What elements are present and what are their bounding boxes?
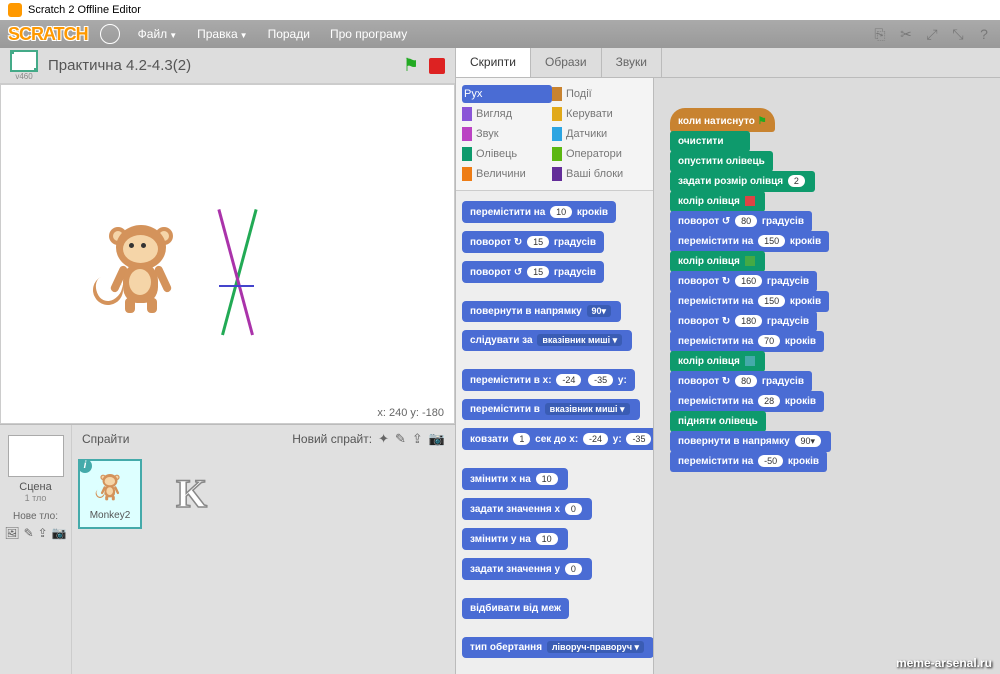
category-Датчики[interactable]: Датчики [552, 125, 642, 143]
palette-block[interactable]: повернути в напрямку 90▾ [462, 301, 621, 322]
app-icon [8, 3, 22, 17]
script-block[interactable]: задати розмір олівця 2 [670, 171, 815, 192]
scene-label: Сцена [4, 481, 67, 493]
script-stack[interactable]: коли натиснуто ⚑очиститиопустити олівець… [670, 108, 984, 471]
new-sprite-label: Новий спрайт: [292, 432, 372, 446]
menu-file[interactable]: Файл▼ [130, 23, 185, 45]
categories: РухПодіїВиглядКеруватиЗвукДатчикиОлівець… [456, 78, 653, 191]
green-flag-icon[interactable]: ⚑ [403, 55, 419, 76]
script-canvas[interactable]: коли натиснуто ⚑очиститиопустити олівець… [654, 78, 1000, 674]
script-block[interactable]: очистити [670, 131, 750, 152]
script-block[interactable]: повернути в напрямку 90▾ [670, 431, 831, 452]
coords-readout: x: 240 y: -180 [377, 407, 444, 419]
palette-block[interactable]: ковзати 1 сек до x: -24 y: -35 [462, 428, 654, 450]
script-block[interactable]: коли натиснуто ⚑ [670, 108, 775, 132]
stop-icon[interactable] [429, 58, 445, 74]
backdrop-library-icon[interactable]: 🖼 [4, 526, 19, 540]
sprite-paint-icon[interactable]: ✎ [395, 431, 406, 447]
tabs: Скрипти Образи Звуки [456, 48, 1000, 78]
stamp-icon[interactable]: ⎘ [872, 26, 888, 42]
palette-block[interactable]: перемістити в x: -24 -35 y: [462, 369, 635, 391]
script-block[interactable]: опустити олівець [670, 151, 773, 172]
script-block[interactable]: колір олівця [670, 191, 765, 212]
menu-bar: SCRATCH Файл▼ Правка▼ Поради Про програм… [0, 20, 1000, 48]
category-Олівець[interactable]: Олівець [462, 145, 552, 163]
sprite-name: Monkey2 [80, 510, 140, 521]
globe-icon[interactable] [100, 24, 120, 44]
category-Рух[interactable]: Рух [462, 85, 552, 103]
palette-block[interactable]: перемістити на 10 кроків [462, 201, 616, 223]
category-Ваші блоки[interactable]: Ваші блоки [552, 165, 642, 183]
script-block[interactable]: перемістити на -50 кроків [670, 451, 827, 472]
category-Вигляд[interactable]: Вигляд [462, 105, 552, 123]
tab-costumes[interactable]: Образи [531, 48, 602, 77]
palette-block[interactable]: перемістити в вказівник миші ▾ [462, 399, 640, 420]
script-block[interactable]: перемістити на 150 кроків [670, 231, 829, 252]
script-block[interactable]: підняти олівець [670, 411, 766, 432]
palette-block[interactable]: тип обертання ліворуч-праворуч ▾ [462, 637, 654, 658]
palette-block[interactable]: змінити x на 10 [462, 468, 568, 490]
cut-icon[interactable]: ✂ [898, 26, 914, 42]
script-block[interactable]: поворот ↻ 160 градусів [670, 271, 817, 292]
tab-sounds[interactable]: Звуки [602, 48, 662, 77]
drawn-letter-a [201, 205, 281, 335]
window-title: Scratch 2 Offline Editor [28, 4, 141, 16]
palette-block[interactable]: відбивати від меж [462, 598, 569, 619]
window-titlebar: Scratch 2 Offline Editor [0, 0, 1000, 20]
tab-scripts[interactable]: Скрипти [456, 48, 531, 77]
category-Оператори[interactable]: Оператори [552, 145, 642, 163]
letter-k-overlay: K [176, 470, 207, 517]
palette-block[interactable]: поворот ↺ 15 градусів [462, 261, 604, 283]
fullscreen-icon[interactable] [10, 50, 38, 72]
stage-thumbnail[interactable] [8, 435, 64, 477]
project-title[interactable]: Практична 4.2-4.3(2) [48, 57, 393, 74]
sprites-title: Спрайти [82, 432, 292, 446]
help-icon[interactable]: ? [976, 26, 992, 42]
palette-block[interactable]: поворот ↻ 15 градусів [462, 231, 604, 253]
backdrop-paint-icon[interactable]: ✎ [24, 526, 34, 540]
sprite-item-monkey2[interactable]: i Monkey2 [78, 459, 142, 529]
palette-block[interactable]: задати значення x 0 [462, 498, 592, 520]
category-Події[interactable]: Події [552, 85, 642, 103]
scratch-logo: SCRATCH [8, 24, 88, 45]
menu-about[interactable]: Про програму [322, 23, 415, 45]
palette-block[interactable]: слідувати за вказівник миші ▾ [462, 330, 632, 351]
scene-backdrop-count: 1 тло [4, 493, 67, 503]
version-label: v460 [15, 72, 32, 81]
sprite-upload-icon[interactable]: ⇪ [412, 431, 423, 447]
backdrop-camera-icon[interactable]: 📷 [52, 526, 67, 540]
menu-edit[interactable]: Правка▼ [189, 23, 255, 45]
script-block[interactable]: поворот ↻ 180 градусів [670, 311, 817, 332]
script-block[interactable]: колір олівця [670, 351, 765, 372]
category-Звук[interactable]: Звук [462, 125, 552, 143]
stage[interactable]: K x: 240 y: -180 [0, 84, 455, 424]
menu-tips[interactable]: Поради [260, 23, 318, 45]
sprite-info-icon[interactable]: i [78, 459, 92, 473]
sprite-monkey[interactable] [101, 225, 181, 315]
script-block[interactable]: перемістити на 150 кроків [670, 291, 829, 312]
script-block[interactable]: перемістити на 28 кроків [670, 391, 824, 412]
script-block[interactable]: перемістити на 70 кроків [670, 331, 824, 352]
block-palette: РухПодіїВиглядКеруватиЗвукДатчикиОлівець… [456, 78, 654, 674]
grow-icon[interactable]: ⤢ [924, 26, 940, 42]
script-block[interactable]: поворот ↺ 80 градусів [670, 211, 812, 232]
palette-blocks-list: перемістити на 10 кроків поворот ↻ 15 гра… [456, 191, 653, 668]
stage-header: v460 Практична 4.2-4.3(2) ⚑ [0, 48, 455, 84]
backdrop-upload-icon[interactable]: ⇪ [38, 526, 48, 540]
new-backdrop-label: Нове тло: [4, 511, 67, 522]
shrink-icon[interactable]: ⤡ [950, 26, 966, 42]
category-Керувати[interactable]: Керувати [552, 105, 642, 123]
sprites-panel: Сцена 1 тло Нове тло: 🖼 ✎ ⇪ 📷 Спрайти Но… [0, 424, 455, 674]
palette-block[interactable]: змінити y на 10 [462, 528, 568, 550]
script-block[interactable]: поворот ↻ 80 градусів [670, 371, 812, 392]
sprite-camera-icon[interactable]: 📷 [429, 431, 445, 447]
watermark: meme-arsenal.ru [896, 656, 992, 670]
category-Величини[interactable]: Величини [462, 165, 552, 183]
palette-block[interactable]: задати значення y 0 [462, 558, 592, 580]
sprite-library-icon[interactable]: ✦ [378, 431, 389, 447]
script-block[interactable]: колір олівця [670, 251, 765, 272]
